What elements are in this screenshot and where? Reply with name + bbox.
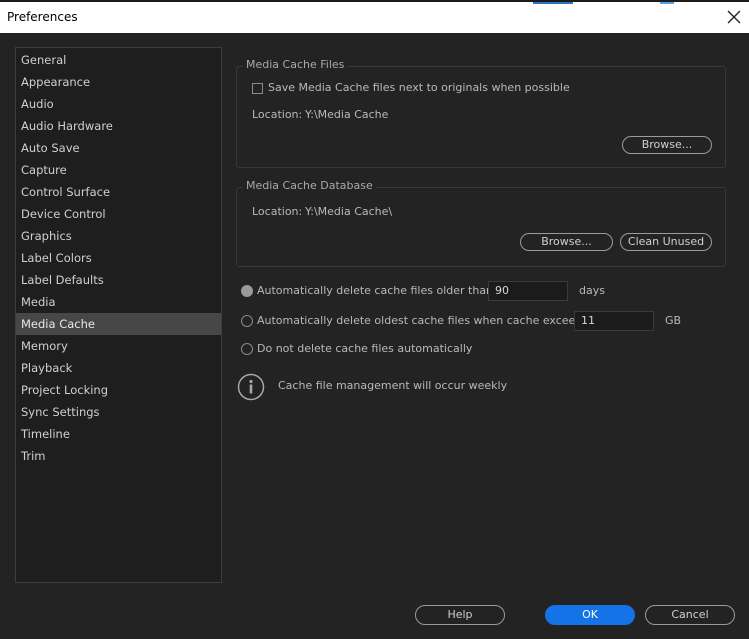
sidebar-item-label-defaults[interactable]: Label Defaults xyxy=(16,269,221,291)
media-cache-database-title: Media Cache Database xyxy=(243,179,376,192)
delete-older-days-input[interactable]: 90 xyxy=(488,281,568,301)
delete-oldest-radio[interactable] xyxy=(241,315,253,327)
sidebar-item-trim[interactable]: Trim xyxy=(16,445,221,467)
save-next-to-originals-checkbox[interactable] xyxy=(252,83,263,94)
preferences-sidebar: General Appearance Audio Audio Hardware Auto… xyxy=(15,47,222,583)
database-browse-button[interactable]: Browse... xyxy=(520,233,613,251)
close-icon[interactable] xyxy=(725,8,743,26)
background-window-edge xyxy=(660,2,674,4)
sidebar-item-memory[interactable]: Memory xyxy=(16,335,221,357)
ok-button[interactable]: OK xyxy=(545,605,635,625)
sidebar-item-timeline[interactable]: Timeline xyxy=(16,423,221,445)
title-bar: Preferences xyxy=(0,0,749,33)
sidebar-item-media-cache[interactable]: Media Cache xyxy=(16,313,221,335)
delete-oldest-size-input[interactable]: 11 xyxy=(574,311,654,331)
window-title: Preferences xyxy=(7,10,78,24)
sidebar-item-project-locking[interactable]: Project Locking xyxy=(16,379,221,401)
sidebar-item-media[interactable]: Media xyxy=(16,291,221,313)
files-location-value: Y:\Media Cache xyxy=(305,108,389,121)
media-cache-database-group: Media Cache Database xyxy=(236,179,726,267)
sidebar-item-audio[interactable]: Audio xyxy=(16,93,221,115)
background-window-edge xyxy=(533,2,573,4)
delete-oldest-unit: GB xyxy=(665,314,682,327)
files-browse-button[interactable]: Browse... xyxy=(622,136,712,154)
sidebar-item-general[interactable]: General xyxy=(16,49,221,71)
no-delete-radio[interactable] xyxy=(241,343,253,355)
files-location-label: Location: xyxy=(252,108,303,121)
database-location-label: Location: xyxy=(252,205,303,218)
no-delete-label: Do not delete cache files automatically xyxy=(257,342,473,355)
info-text: Cache file management will occur weekly xyxy=(278,379,508,392)
sidebar-item-device-control[interactable]: Device Control xyxy=(16,203,221,225)
save-next-to-originals-label: Save Media Cache files next to originals… xyxy=(268,81,570,94)
help-button[interactable]: Help xyxy=(415,605,505,625)
info-icon xyxy=(237,373,265,401)
sidebar-item-appearance[interactable]: Appearance xyxy=(16,71,221,93)
delete-older-unit: days xyxy=(579,284,605,297)
delete-oldest-label: Automatically delete oldest cache files … xyxy=(257,314,592,327)
sidebar-list: General Appearance Audio Audio Hardware Auto… xyxy=(16,48,221,467)
sidebar-item-sync-settings[interactable]: Sync Settings xyxy=(16,401,221,423)
database-location-value: Y:\Media Cache\ xyxy=(305,205,393,218)
sidebar-item-capture[interactable]: Capture xyxy=(16,159,221,181)
media-cache-files-title: Media Cache Files xyxy=(243,58,348,71)
sidebar-item-auto-save[interactable]: Auto Save xyxy=(16,137,221,159)
delete-older-label: Automatically delete cache files older t… xyxy=(257,284,497,297)
sidebar-item-control-surface[interactable]: Control Surface xyxy=(16,181,221,203)
sidebar-item-graphics[interactable]: Graphics xyxy=(16,225,221,247)
cancel-button[interactable]: Cancel xyxy=(645,605,735,625)
sidebar-item-playback[interactable]: Playback xyxy=(16,357,221,379)
sidebar-item-label-colors[interactable]: Label Colors xyxy=(16,247,221,269)
delete-older-radio[interactable] xyxy=(241,285,253,297)
clean-unused-button[interactable]: Clean Unused xyxy=(620,233,712,251)
sidebar-item-audio-hardware[interactable]: Audio Hardware xyxy=(16,115,221,137)
